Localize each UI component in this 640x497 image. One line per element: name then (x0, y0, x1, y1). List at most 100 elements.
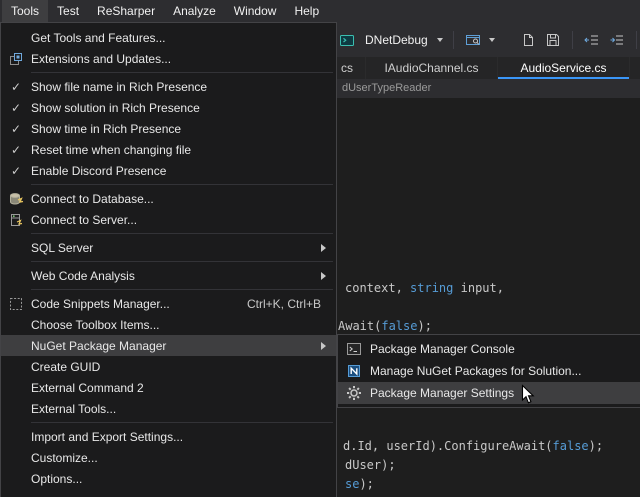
find-in-files-icon[interactable] (464, 29, 482, 51)
menu-item-label: Enable Discord Presence (31, 164, 333, 178)
navbar-member-text: dUserTypeReader (342, 82, 431, 94)
chevron-down-icon[interactable] (437, 38, 443, 42)
debug-target-dropdown[interactable]: DNetDebug (365, 33, 428, 47)
tab-audioservice[interactable]: AudioService.cs (498, 57, 630, 79)
database-icon-glyph (8, 191, 24, 207)
menu-item-extensions-and-updates[interactable]: Extensions and Updates... (1, 48, 336, 69)
menu-item-label: Show time in Rich Presence (31, 122, 333, 136)
tab-iaudiochannel[interactable]: IAudioChannel.cs (366, 57, 498, 79)
toolbar-separator (636, 31, 637, 49)
code-line: context, string input, (345, 281, 504, 296)
separator-line (31, 261, 333, 262)
menu-separator (1, 419, 336, 426)
menu-item-label: Show file name in Rich Presence (31, 80, 333, 94)
save-file-icon-glyph (545, 32, 561, 48)
menu-item-show-solution-in-rich-presence[interactable]: ✓ Show solution in Rich Presence (1, 97, 336, 118)
checkmark-icon: ✓ (1, 81, 31, 93)
submenu-item-package-manager-console[interactable]: Package Manager Console (338, 338, 640, 360)
packages-icon (338, 363, 370, 379)
code-keyword: false (381, 319, 417, 333)
separator-line (31, 289, 333, 290)
code-text: d.Id, userId).ConfigureAwait( (343, 439, 553, 453)
menu-window[interactable]: Window (225, 0, 286, 22)
extensions-icon-glyph (8, 51, 24, 67)
menu-separator (1, 258, 336, 265)
menu-item-import-and-export-settings[interactable]: Import and Export Settings... (1, 426, 336, 447)
code-line: d.Id, userId).ConfigureAwait(false); (343, 439, 603, 454)
menu-item-external-command-2[interactable]: External Command 2 (1, 377, 336, 398)
menu-item-label: Reset time when changing file (31, 143, 333, 157)
indent-icon[interactable] (608, 29, 626, 51)
separator-line (31, 422, 333, 423)
mouse-cursor (521, 384, 535, 405)
submenu-item-package-manager-settings[interactable]: Package Manager Settings (338, 382, 640, 404)
chevron-down-icon[interactable] (489, 38, 495, 42)
menu-item-show-time-in-rich-presence[interactable]: ✓ Show time in Rich Presence (1, 118, 336, 139)
checkmark-glyph: ✓ (11, 81, 21, 93)
menu-item-label: NuGet Package Manager (31, 339, 321, 353)
tab-label: IAudioChannel.cs (366, 57, 497, 79)
code-text: dUser); (345, 458, 396, 472)
open-file-icon[interactable] (519, 29, 537, 51)
code-text: ); (359, 477, 373, 491)
submenu-item-manage-nuget-packages-for-solution[interactable]: Manage NuGet Packages for Solution... (338, 360, 640, 382)
menu-item-sql-server[interactable]: SQL Server (1, 237, 336, 258)
checkmark-glyph: ✓ (11, 102, 21, 114)
menu-item-options[interactable]: Options... (1, 468, 336, 489)
menu-analyze[interactable]: Analyze (164, 0, 225, 22)
menu-item-create-guid[interactable]: Create GUID (1, 356, 336, 377)
menu-item-label: External Command 2 (31, 381, 333, 395)
save-file-icon[interactable] (544, 29, 562, 51)
debug-target-icon[interactable] (338, 29, 356, 51)
tab-label: AudioService.cs (498, 57, 629, 79)
menu-item-label: Import and Export Settings... (31, 430, 333, 444)
menu-item-label: Extensions and Updates... (31, 52, 333, 66)
console-icon (338, 341, 370, 357)
menu-item-external-tools[interactable]: External Tools... (1, 398, 336, 419)
checkmark-glyph: ✓ (11, 165, 21, 177)
menu-item-enable-discord-presence[interactable]: ✓ Enable Discord Presence (1, 160, 336, 181)
menu-tools[interactable]: Tools (2, 0, 48, 22)
code-text: context, (345, 281, 410, 295)
menu-separator (1, 69, 336, 76)
snippets-icon (1, 296, 31, 312)
menu-item-label: Customize... (31, 451, 333, 465)
separator-line (31, 72, 333, 73)
menu-separator (1, 286, 336, 293)
checkmark-icon: ✓ (1, 165, 31, 177)
menu-test[interactable]: Test (48, 0, 88, 22)
console-icon-glyph (346, 341, 362, 357)
menu-resharper[interactable]: ReSharper (88, 0, 164, 22)
code-text: Await( (338, 319, 381, 333)
menu-item-code-snippets-manager[interactable]: Code Snippets Manager... Ctrl+K, Ctrl+B (1, 293, 336, 314)
menu-separator (1, 181, 336, 188)
menu-item-nuget-package-manager[interactable]: NuGet Package Manager (1, 335, 336, 356)
code-keyword: false (553, 439, 589, 453)
packages-icon-glyph (346, 363, 362, 379)
menu-help[interactable]: Help (285, 0, 328, 22)
menu-item-reset-time-when-changing-file[interactable]: ✓ Reset time when changing file (1, 139, 336, 160)
menu-item-label: Choose Toolbox Items... (31, 318, 333, 332)
menu-item-label: External Tools... (31, 402, 333, 416)
submenu-arrow-icon (321, 244, 326, 252)
outdent-icon-glyph (584, 32, 600, 48)
menu-item-label: Options... (31, 472, 333, 486)
checkmark-icon: ✓ (1, 123, 31, 135)
menu-item-show-file-name-in-rich-presence[interactable]: ✓ Show file name in Rich Presence (1, 76, 336, 97)
submenu-arrow-icon (321, 272, 326, 280)
menu-item-choose-toolbox-items[interactable]: Choose Toolbox Items... (1, 314, 336, 335)
extensions-icon (1, 51, 31, 67)
code-keyword: se (345, 477, 359, 491)
menu-item-label: SQL Server (31, 241, 321, 255)
submenu-arrow-icon (321, 342, 326, 350)
menu-item-connect-to-database[interactable]: Connect to Database... (1, 188, 336, 209)
menu-item-get-tools-and-features[interactable]: Get Tools and Features... (1, 27, 336, 48)
menu-item-web-code-analysis[interactable]: Web Code Analysis (1, 265, 336, 286)
code-line: se); (345, 477, 374, 492)
checkmark-glyph: ✓ (11, 123, 21, 135)
outdent-icon[interactable] (583, 29, 601, 51)
menu-item-customize[interactable]: Customize... (1, 447, 336, 468)
menu-item-connect-to-server[interactable]: Connect to Server... (1, 209, 336, 230)
toolbar-separator (572, 31, 573, 49)
submenu-item-label: Package Manager Console (370, 342, 640, 356)
